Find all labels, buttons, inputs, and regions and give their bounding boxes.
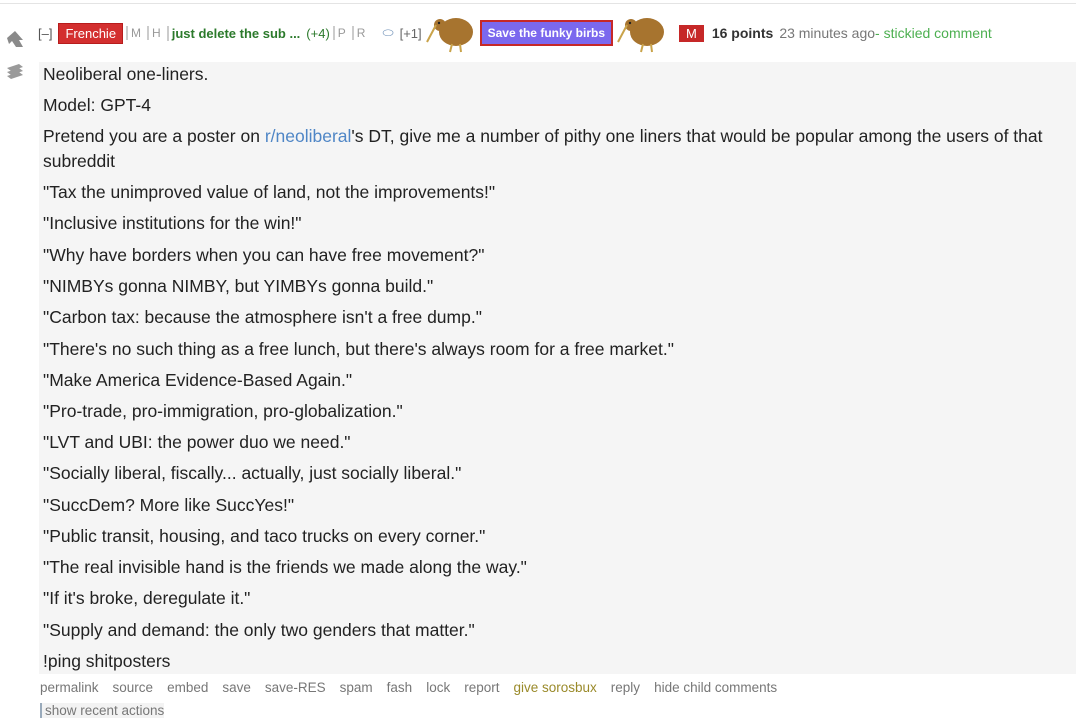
flair-count: (+4) (306, 25, 330, 41)
one-liner: "Tax the unimproved value of land, not t… (43, 182, 496, 202)
user-flag-p[interactable]: P (332, 26, 349, 40)
save-res-button[interactable]: save-RES (265, 680, 326, 695)
special-flair-badge: Save the funky birbs (479, 20, 613, 46)
one-liner: "Make America Evidence-Based Again." (43, 370, 353, 390)
comment-timestamp: 23 minutes ago (779, 25, 876, 41)
one-liner: "Supply and demand: the only two genders… (43, 620, 475, 640)
upvote-icon[interactable] (4, 28, 26, 50)
prompt-text-start: Pretend you are a poster on (43, 126, 265, 146)
comment-tagline: [–] Frenchie M H just delete the sub ...… (38, 18, 992, 53)
hide-child-comments-button[interactable]: hide child comments (654, 680, 777, 695)
fash-button[interactable]: fash (387, 680, 413, 695)
permalink-button[interactable]: permalink (40, 680, 99, 695)
comment-score: 16 points (711, 25, 774, 41)
one-liner: "Why have borders when you can have free… (43, 245, 485, 265)
collapse-toggle[interactable]: [–] (38, 26, 52, 41)
user-flag-m[interactable]: M (126, 26, 144, 40)
one-liner: "Public transit, housing, and taco truck… (43, 526, 486, 546)
top-divider (0, 3, 1076, 4)
user-tag-icon[interactable]: ⬭ (382, 25, 393, 41)
report-button[interactable]: report (464, 680, 499, 695)
stickied-label: - stickied comment (875, 25, 992, 41)
author-link[interactable]: Frenchie (58, 22, 124, 44)
one-liner: "Socially liberal, fiscally... actually,… (43, 463, 462, 483)
body-title: Neoliberal one-liners. (43, 64, 209, 84)
moderator-badge: M (679, 24, 704, 42)
downvote-icon[interactable] (4, 61, 26, 83)
one-liner: "Pro-trade, pro-immigration, pro-globali… (43, 401, 403, 421)
one-liner: "SuccDem? More like SuccYes!" (43, 495, 295, 515)
one-liner: "Inclusive institutions for the win!" (43, 213, 302, 233)
one-liner: "Carbon tax: because the atmosphere isn'… (43, 307, 482, 327)
body-prompt: Pretend you are a poster on r/neoliberal… (43, 124, 1058, 174)
show-recent-actions-button[interactable]: show recent actions (40, 703, 165, 718)
save-button[interactable]: save (222, 680, 251, 695)
user-flair: just delete the sub ... (166, 25, 300, 41)
ping-line: !ping shitposters (43, 651, 171, 671)
source-button[interactable]: source (113, 680, 154, 695)
one-liner: "LVT and UBI: the power duo we need." (43, 432, 351, 452)
one-liner: "There's no such thing as a free lunch, … (43, 339, 674, 359)
one-liner: "The real invisible hand is the friends … (43, 557, 527, 577)
kiwi-bird-icon (617, 18, 664, 53)
comment-actions: permalink source embed save save-RES spa… (40, 680, 791, 695)
kiwi-bird-icon (425, 18, 473, 53)
embed-button[interactable]: embed (167, 680, 208, 695)
vote-arrows (4, 28, 30, 94)
prompt-text-wrap: subreddit (43, 151, 115, 171)
give-award-button[interactable]: give sorosbux (514, 680, 597, 695)
prompt-text-end: 's DT, give me a number of pithy one lin… (351, 126, 1043, 146)
user-flag-h[interactable]: H (147, 26, 164, 40)
one-liner: "If it's broke, deregulate it." (43, 588, 251, 608)
reply-button[interactable]: reply (611, 680, 640, 695)
user-flag-r[interactable]: R (351, 26, 369, 40)
spam-button[interactable]: spam (340, 680, 373, 695)
subreddit-link[interactable]: r/neoliberal (265, 126, 352, 146)
lock-button[interactable]: lock (426, 680, 450, 695)
vote-weight[interactable]: [+1] (400, 26, 422, 41)
comment-body: Neoliberal one-liners. Model: GPT-4 Pret… (39, 62, 1076, 674)
one-liner: "NIMBYs gonna NIMBY, but YIMBYs gonna bu… (43, 276, 434, 296)
body-model: Model: GPT-4 (43, 95, 151, 115)
